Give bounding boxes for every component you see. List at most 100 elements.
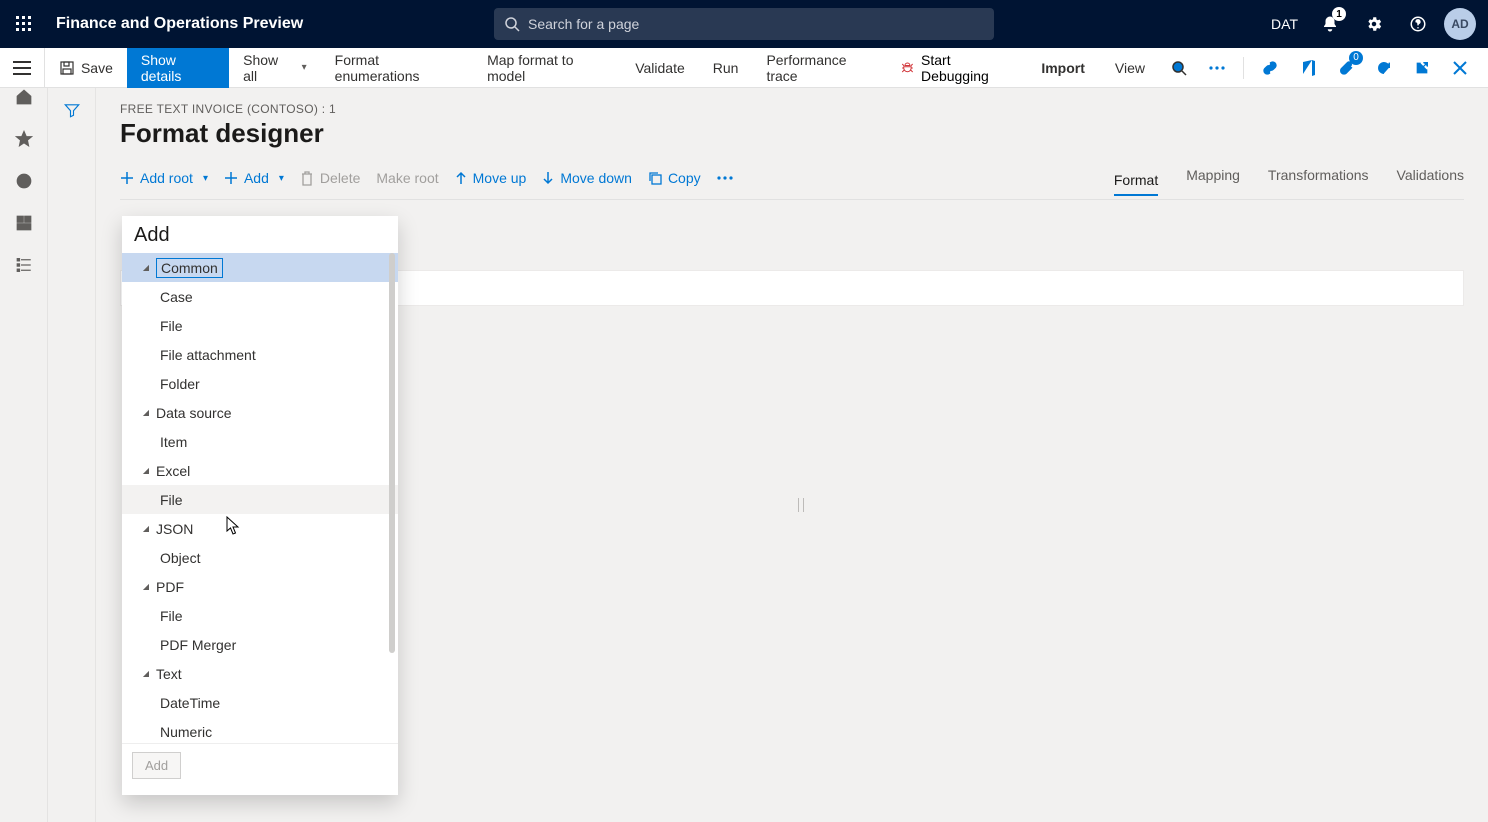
tree-item-label: Item — [160, 434, 187, 450]
gear-icon — [1365, 15, 1383, 33]
nav-favorites[interactable] — [0, 129, 48, 149]
run-button[interactable]: Run — [699, 48, 753, 88]
search-icon — [504, 16, 520, 32]
tree-group[interactable]: ◢PDF — [122, 572, 398, 601]
nav-home[interactable] — [0, 87, 48, 107]
tree-group-label: JSON — [156, 521, 193, 537]
tree-item[interactable]: Case — [122, 282, 398, 311]
filter-column — [48, 88, 96, 822]
link-button[interactable] — [1252, 48, 1288, 88]
add-root-label: Add root — [140, 170, 193, 186]
copy-icon — [648, 171, 662, 185]
attachments-button[interactable]: 0 — [1328, 48, 1364, 88]
import-button[interactable]: Import — [1027, 48, 1099, 88]
plus-icon — [224, 171, 238, 185]
tree-item-label: PDF Merger — [160, 637, 236, 653]
close-button[interactable] — [1442, 48, 1478, 88]
tree-group[interactable]: ◢Text — [122, 659, 398, 688]
tab-mapping[interactable]: Mapping — [1186, 167, 1240, 189]
avatar[interactable]: AD — [1444, 8, 1476, 40]
tree-item-label: File — [160, 608, 183, 624]
global-search[interactable] — [494, 8, 994, 40]
company-picker[interactable]: DAT — [1261, 16, 1308, 32]
tree-group-label: Text — [156, 666, 182, 682]
show-details-button[interactable]: Show details — [127, 48, 229, 88]
arrow-down-icon — [542, 171, 554, 185]
find-button[interactable] — [1161, 48, 1197, 88]
tree-item-label: Object — [160, 550, 200, 566]
validate-button[interactable]: Validate — [621, 48, 699, 88]
format-enumerations-button[interactable]: Format enumerations — [321, 48, 473, 88]
add-button[interactable]: Add ▾ — [224, 170, 284, 186]
start-debugging-button[interactable]: Start Debugging — [888, 52, 1027, 84]
tree-group[interactable]: ◢Common — [122, 253, 398, 282]
add-label: Add — [244, 170, 269, 186]
link-icon — [1262, 60, 1278, 76]
tree-item[interactable]: Numeric — [122, 717, 398, 743]
toolbar-more-button[interactable] — [717, 176, 733, 180]
tab-transformations[interactable]: Transformations — [1268, 167, 1369, 189]
nav-workspaces[interactable] — [0, 213, 48, 233]
more-button[interactable] — [1199, 48, 1235, 88]
office-button[interactable] — [1290, 48, 1326, 88]
tree-item[interactable]: Folder — [122, 369, 398, 398]
settings-button[interactable] — [1352, 0, 1396, 48]
tree-group[interactable]: ◢Excel — [122, 456, 398, 485]
tree-item[interactable]: Object — [122, 543, 398, 572]
tree-item-label: Numeric — [160, 724, 212, 740]
save-button[interactable]: Save — [45, 48, 127, 88]
scrollbar[interactable] — [389, 253, 395, 653]
delete-button[interactable]: Delete — [300, 170, 360, 186]
tree-item-label: DateTime — [160, 695, 220, 711]
refresh-icon — [1376, 60, 1392, 76]
refresh-button[interactable] — [1366, 48, 1402, 88]
view-label: View — [1115, 60, 1145, 76]
map-format-button[interactable]: Map format to model — [473, 48, 621, 88]
tree-item[interactable]: File — [122, 485, 398, 514]
filter-button[interactable] — [48, 90, 96, 130]
performance-trace-button[interactable]: Performance trace — [752, 48, 888, 88]
tree-item[interactable]: File — [122, 311, 398, 340]
tab-format[interactable]: Format — [1114, 172, 1158, 196]
nav-recent[interactable] — [0, 171, 48, 191]
show-all-button[interactable]: Show all ▾ — [229, 48, 321, 88]
nav-toggle-button[interactable] — [0, 48, 45, 88]
copy-button[interactable]: Copy — [648, 170, 701, 186]
tree-group-label: Data source — [156, 405, 231, 421]
show-details-label: Show details — [141, 52, 215, 84]
make-root-button[interactable]: Make root — [376, 170, 438, 186]
clock-icon — [15, 172, 33, 190]
app-launcher-button[interactable] — [0, 0, 48, 48]
tab-validations[interactable]: Validations — [1397, 167, 1464, 189]
view-button[interactable]: View — [1101, 48, 1159, 88]
tree-item[interactable]: Item — [122, 427, 398, 456]
global-search-input[interactable] — [528, 16, 984, 32]
tree-item-label: Case — [160, 289, 193, 305]
list-icon — [15, 256, 33, 274]
nav-modules[interactable] — [0, 255, 48, 275]
splitter-handle[interactable] — [798, 498, 804, 512]
tree-item[interactable]: File attachment — [122, 340, 398, 369]
add-confirm-button[interactable]: Add — [132, 752, 181, 779]
left-nav-rail — [0, 48, 48, 822]
tree-group-label: Excel — [156, 463, 190, 479]
start-debugging-label: Start Debugging — [921, 52, 1015, 84]
notifications-button[interactable]: 1 — [1308, 0, 1352, 48]
move-up-button[interactable]: Move up — [455, 170, 527, 186]
star-icon — [15, 130, 33, 148]
filter-icon — [63, 101, 81, 119]
move-down-button[interactable]: Move down — [542, 170, 632, 186]
tree-group[interactable]: ◢JSON — [122, 514, 398, 543]
tree-item[interactable]: PDF Merger — [122, 630, 398, 659]
tree-item[interactable]: DateTime — [122, 688, 398, 717]
tree-group[interactable]: ◢Data source — [122, 398, 398, 427]
chevron-down-icon: ▾ — [302, 62, 307, 73]
tree-item[interactable]: File — [122, 601, 398, 630]
help-button[interactable] — [1396, 0, 1440, 48]
add-tree: ◢CommonCaseFileFile attachmentFolder◢Dat… — [122, 253, 398, 743]
import-label: Import — [1041, 60, 1085, 76]
ellipsis-icon — [717, 176, 733, 180]
popout-button[interactable] — [1404, 48, 1440, 88]
caret-icon: ◢ — [138, 669, 154, 678]
add-root-button[interactable]: Add root ▾ — [120, 170, 208, 186]
